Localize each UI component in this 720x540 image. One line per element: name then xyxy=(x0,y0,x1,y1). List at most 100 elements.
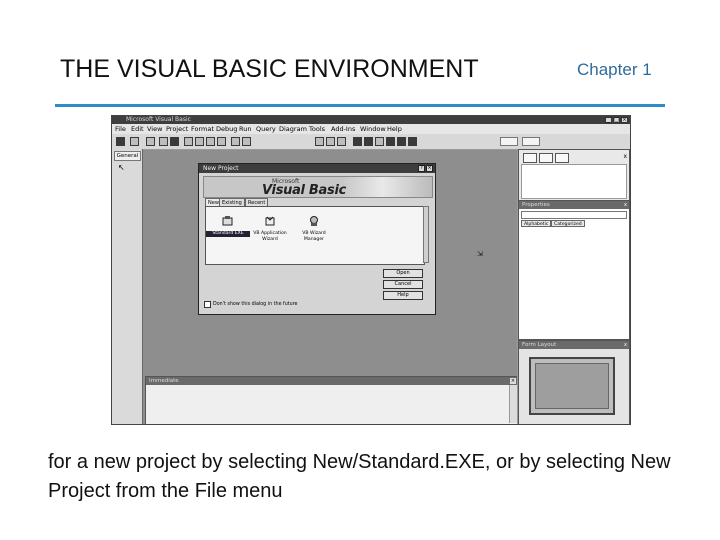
help-button[interactable]: Help xyxy=(383,291,423,300)
tab-existing[interactable]: Existing xyxy=(219,198,245,206)
toolbox-icon[interactable] xyxy=(397,137,406,146)
open-button[interactable]: Open xyxy=(383,269,423,278)
properties-close-icon[interactable]: x xyxy=(624,201,627,209)
maximize-button[interactable]: □ xyxy=(613,117,620,123)
start-icon[interactable] xyxy=(315,137,324,146)
list-item-label: VB Application Wizard xyxy=(253,231,287,242)
list-item[interactable]: VB Application Wizard xyxy=(248,211,292,242)
form-layout-titlebar: Form Layout x xyxy=(519,341,629,349)
wizard-manager-icon xyxy=(310,216,318,226)
dont-show-checkbox[interactable] xyxy=(204,301,211,308)
immediate-window: Immediate × xyxy=(145,376,519,424)
standard-exe-icon xyxy=(222,216,233,226)
dialog-title: New Project xyxy=(203,165,239,172)
pointer-icon[interactable]: ↖ xyxy=(118,163,125,172)
undo-icon[interactable] xyxy=(231,137,240,146)
dialog-titlebar: New Project ? × xyxy=(199,164,435,173)
menu-editor-icon[interactable] xyxy=(146,137,155,146)
right-dock: x Properties x Alphabetic Categorized Fo… xyxy=(517,149,630,424)
tab-alphabetic[interactable]: Alphabetic xyxy=(521,220,552,227)
project-type-list: Standard EXE VB Application Wizard VB Wi… xyxy=(205,206,425,265)
copy-icon[interactable] xyxy=(195,137,204,146)
menu-tools[interactable]: Tools xyxy=(309,124,325,134)
dialog-close-icon[interactable]: × xyxy=(426,165,433,172)
cut-icon[interactable] xyxy=(184,137,193,146)
form-layout-close-icon[interactable]: x xyxy=(624,341,627,349)
form-layout-icon[interactable] xyxy=(375,137,384,146)
menu-format[interactable]: Format xyxy=(191,124,214,134)
menu-file[interactable]: File xyxy=(115,124,126,134)
form-layout-title: Form Layout xyxy=(522,342,557,348)
dont-show-checkbox-row: Don't show this dialog in the future xyxy=(204,301,298,308)
dont-show-label: Don't show this dialog in the future xyxy=(213,302,298,307)
list-item[interactable]: Standard EXE xyxy=(206,211,250,237)
end-icon[interactable] xyxy=(337,137,346,146)
view-object-icon[interactable] xyxy=(539,153,553,163)
properties-window-icon[interactable] xyxy=(364,137,373,146)
close-button[interactable]: × xyxy=(621,117,628,123)
list-scrollbar[interactable] xyxy=(423,206,429,263)
immediate-close-icon[interactable]: × xyxy=(510,378,516,384)
view-code-icon[interactable] xyxy=(523,153,537,163)
wizard-icon xyxy=(265,216,275,226)
vb-ide-screenshot: Microsoft Visual Basic _ □ × File Edit V… xyxy=(111,115,631,425)
menu-edit[interactable]: Edit xyxy=(131,124,144,134)
properties-title: Properties xyxy=(522,202,550,208)
toggle-folders-icon[interactable] xyxy=(555,153,569,163)
menu-query[interactable]: Query xyxy=(256,124,276,134)
object-browser-icon[interactable] xyxy=(386,137,395,146)
dialog-help-icon[interactable]: ? xyxy=(418,165,425,172)
add-project-icon[interactable] xyxy=(116,137,125,146)
immediate-titlebar: Immediate × xyxy=(146,377,518,385)
project-explorer: x xyxy=(518,149,630,201)
menu-addins[interactable]: Add-Ins xyxy=(331,124,355,134)
save-project-icon[interactable] xyxy=(170,137,179,146)
menu-run[interactable]: Run xyxy=(239,124,251,134)
menu-diagram[interactable]: Diagram xyxy=(279,124,307,134)
banner-swoosh xyxy=(342,177,432,197)
list-item-label: VB Wizard Manager xyxy=(302,231,326,242)
chapter-label: Chapter 1 xyxy=(577,60,652,79)
menubar: File Edit View Project Format Debug Run … xyxy=(112,124,630,134)
properties-window: Properties x Alphabetic Categorized xyxy=(518,200,630,340)
menu-view[interactable]: View xyxy=(147,124,162,134)
paste-icon[interactable] xyxy=(206,137,215,146)
slide-title: THE VISUAL BASIC ENVIRONMENT xyxy=(60,55,479,83)
menu-help[interactable]: Help xyxy=(387,124,402,134)
title-rule xyxy=(55,104,665,107)
redo-icon[interactable] xyxy=(242,137,251,146)
properties-titlebar: Properties x xyxy=(519,201,629,209)
tab-categorized[interactable]: Categorized xyxy=(551,220,585,227)
new-project-dialog: New Project ? × Microsoft Visual Basic N… xyxy=(198,163,436,315)
standard-toolbar xyxy=(112,134,630,150)
cancel-button[interactable]: Cancel xyxy=(383,280,423,289)
project-tree[interactable] xyxy=(521,164,627,199)
slide-caption: for a new project by selecting New/Stand… xyxy=(48,451,671,502)
ide-titlebar: Microsoft Visual Basic _ □ × xyxy=(112,116,630,124)
list-item-label: Standard EXE xyxy=(206,231,250,237)
toolbox-panel: General ↖ xyxy=(112,149,143,424)
find-icon[interactable] xyxy=(217,137,226,146)
break-icon[interactable] xyxy=(326,137,335,146)
menu-project[interactable]: Project xyxy=(166,124,188,134)
tab-recent[interactable]: Recent xyxy=(245,198,269,206)
project-explorer-close-icon[interactable]: x xyxy=(623,153,627,160)
data-view-icon[interactable] xyxy=(408,137,417,146)
project-explorer-buttons xyxy=(523,153,569,163)
monitor-icon xyxy=(529,357,615,415)
menu-window[interactable]: Window xyxy=(360,124,386,134)
object-combo[interactable] xyxy=(521,211,627,219)
immediate-title: Immediate xyxy=(149,378,179,384)
open-project-icon[interactable] xyxy=(159,137,168,146)
position-readout xyxy=(500,137,518,146)
list-item[interactable]: VB Wizard Manager xyxy=(292,211,336,242)
minimize-button[interactable]: _ xyxy=(605,117,612,123)
ide-window-title: Microsoft Visual Basic xyxy=(126,116,191,123)
menu-debug[interactable]: Debug xyxy=(216,124,237,134)
banner-visual-basic: Visual Basic xyxy=(262,183,347,198)
toolbox-header[interactable]: General xyxy=(114,151,141,161)
form-layout-window: Form Layout x xyxy=(518,340,630,424)
vb-banner: Microsoft Visual Basic xyxy=(203,176,433,198)
add-form-icon[interactable] xyxy=(130,137,139,146)
project-explorer-icon[interactable] xyxy=(353,137,362,146)
